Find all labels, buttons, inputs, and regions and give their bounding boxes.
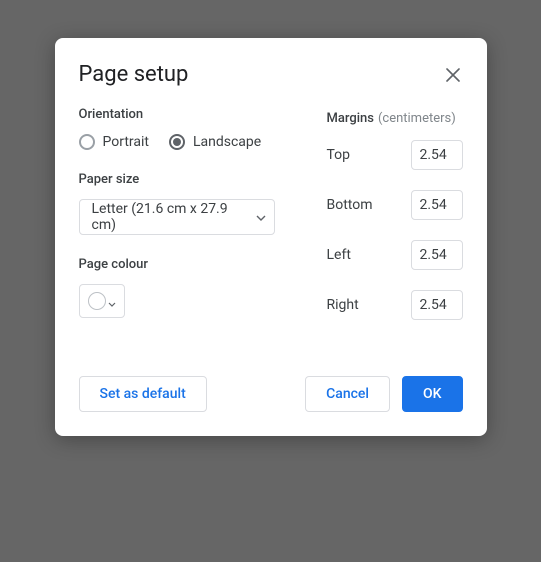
set-as-default-button[interactable]: Set as default (79, 376, 207, 412)
paper-size-select[interactable]: Letter (21.6 cm x 27.9 cm) (79, 199, 275, 235)
margin-left-label: Left (327, 247, 351, 263)
cancel-button[interactable]: Cancel (305, 376, 390, 412)
radio-unchecked-icon (79, 134, 95, 150)
margins-heading: Margins (centimeters) (327, 107, 463, 126)
ok-button[interactable]: OK (402, 376, 463, 412)
dialog-title: Page setup (79, 62, 189, 87)
margin-bottom-label: Bottom (327, 197, 373, 213)
dialog-header: Page setup (79, 62, 463, 87)
margin-right-row: Right (327, 290, 463, 320)
close-button[interactable] (443, 65, 463, 85)
orientation-landscape-radio[interactable]: Landscape (169, 134, 261, 150)
margin-right-label: Right (327, 297, 359, 313)
margins-unit: (centimeters) (378, 111, 456, 126)
orientation-label: Orientation (79, 107, 303, 122)
margin-bottom-row: Bottom (327, 190, 463, 220)
orientation-portrait-label: Portrait (103, 134, 149, 150)
margin-top-row: Top (327, 140, 463, 170)
page-colour-picker[interactable] (79, 284, 125, 318)
page-setup-dialog: Page setup Orientation Portrait Landscap… (55, 38, 487, 436)
margin-top-label: Top (327, 147, 351, 163)
dialog-footer: Set as default Cancel OK (79, 376, 463, 412)
orientation-landscape-label: Landscape (193, 134, 261, 150)
margin-top-input[interactable] (411, 140, 463, 170)
page-colour-label: Page colour (79, 257, 303, 272)
radio-checked-icon (169, 134, 185, 150)
margin-right-input[interactable] (411, 290, 463, 320)
right-column: Margins (centimeters) Top Bottom Left Ri… (327, 107, 463, 340)
paper-size-label: Paper size (79, 172, 303, 187)
close-icon (446, 68, 460, 82)
margin-left-input[interactable] (411, 240, 463, 270)
paper-size-value: Letter (21.6 cm x 27.9 cm) (92, 201, 256, 233)
margin-bottom-input[interactable] (411, 190, 463, 220)
orientation-radio-group: Portrait Landscape (79, 134, 303, 150)
left-column: Orientation Portrait Landscape Paper siz… (79, 107, 303, 340)
colour-swatch-icon (88, 292, 106, 310)
caret-down-icon (256, 209, 266, 225)
margin-left-row: Left (327, 240, 463, 270)
margins-label: Margins (327, 111, 374, 126)
orientation-portrait-radio[interactable]: Portrait (79, 134, 149, 150)
caret-down-icon (108, 292, 116, 311)
